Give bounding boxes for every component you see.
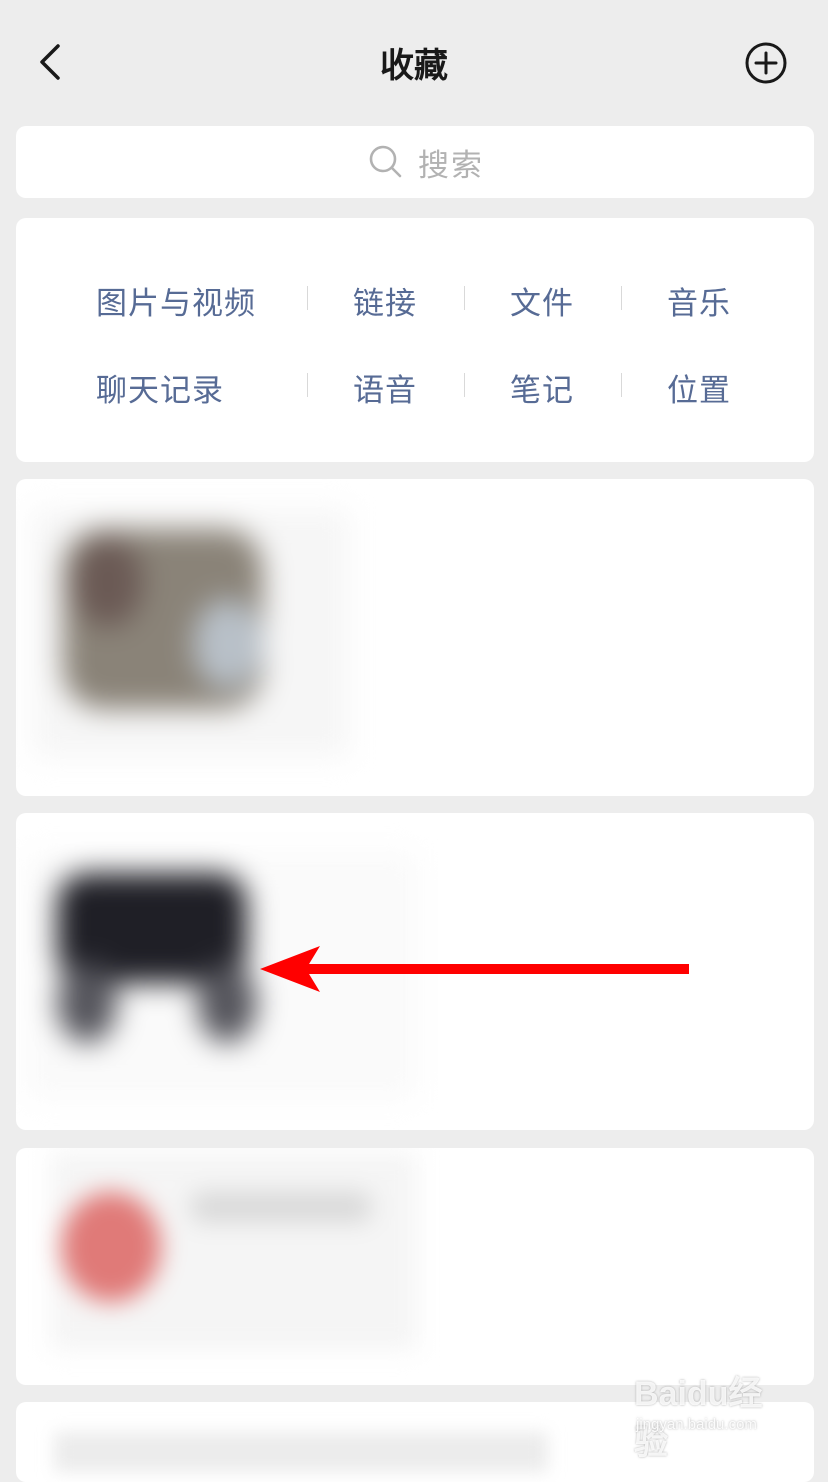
watermark-logo: Baidu经验 jingyan.baidu.com — [634, 1366, 794, 1462]
category-chat-history[interactable]: 聊天记录 — [96, 365, 224, 410]
favorite-item[interactable] — [16, 813, 814, 1130]
category-location[interactable]: 位置 — [667, 365, 731, 410]
favorite-thumbnail — [54, 1432, 548, 1472]
category-files[interactable]: 文件 — [510, 278, 574, 323]
category-links[interactable]: 链接 — [353, 278, 417, 323]
favorite-thumbnail — [51, 1152, 417, 1350]
divider — [464, 286, 465, 310]
plus-circle-icon — [745, 42, 787, 84]
favorite-item[interactable] — [16, 479, 814, 796]
favorite-thumbnail — [27, 853, 417, 1099]
divider — [621, 373, 622, 397]
search-placeholder: 搜索 — [418, 147, 484, 184]
add-button[interactable] — [744, 41, 788, 85]
divider — [307, 286, 308, 310]
divider — [621, 286, 622, 310]
divider — [307, 373, 308, 397]
category-panel: 图片与视频 链接 文件 音乐 聊天记录 语音 笔记 位置 — [16, 218, 814, 462]
favorite-item[interactable] — [16, 1148, 814, 1385]
category-voice[interactable]: 语音 — [353, 365, 417, 410]
divider — [464, 373, 465, 397]
navigation-bar: 收藏 — [0, 0, 828, 120]
favorite-thumbnail — [33, 509, 349, 757]
search-bar[interactable]: 搜索 — [16, 126, 814, 198]
category-music[interactable]: 音乐 — [667, 278, 731, 323]
watermark-url: jingyan.baidu.com — [636, 1416, 757, 1433]
watermark-brand: Baidu经验 — [634, 1375, 763, 1462]
search-icon — [369, 145, 402, 178]
category-notes[interactable]: 笔记 — [510, 365, 574, 410]
page-title: 收藏 — [380, 46, 448, 86]
category-images-videos[interactable]: 图片与视频 — [96, 278, 256, 323]
